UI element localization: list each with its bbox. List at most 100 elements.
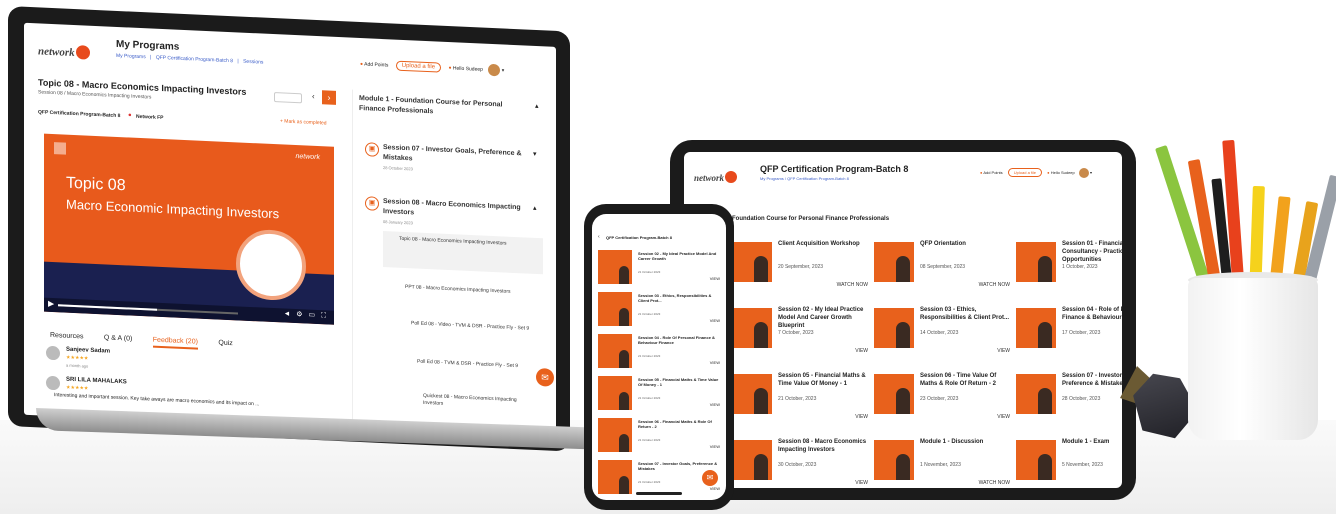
upload-button[interactable]: Upload a file <box>1007 168 1043 178</box>
chat-icon[interactable]: ✉ <box>536 367 554 387</box>
session-thumbnail[interactable] <box>1016 308 1056 348</box>
session-card[interactable]: Session 05 - Financial Maths & Time Valu… <box>732 370 868 426</box>
breadcrumb-item[interactable]: QFP Certification Program-Batch 8 <box>156 55 233 65</box>
card-action[interactable]: WATCH NOW <box>979 480 1010 486</box>
upload-button[interactable]: Upload a file <box>395 60 442 73</box>
row-title[interactable]: Session 03 - Ethics, Responsibilities & … <box>638 293 722 303</box>
add-points-button[interactable]: Add Points <box>364 62 388 69</box>
session-card[interactable]: Module 1 - Discussion 1 November, 2023 WAT… <box>874 436 1010 488</box>
session-thumbnail[interactable] <box>598 292 632 326</box>
list-item[interactable]: Session 02 - My Ideal Practice Model And… <box>598 248 722 288</box>
card-action[interactable]: VIEW <box>855 414 868 420</box>
card-title[interactable]: Session 07 - Investor Goals, Preference … <box>1062 372 1122 388</box>
row-title[interactable]: Session 06 - Financial Maths & Role Of R… <box>638 419 722 429</box>
list-item[interactable]: Session 04 - Role Of Personal Finance & … <box>598 332 722 372</box>
session-card[interactable]: QFP Orientation 08 September, 2023 WATCH N… <box>874 238 1010 294</box>
breadcrumb[interactable]: My Programs / QFP Certification Program-… <box>760 176 849 181</box>
card-title[interactable]: Session 02 - My Ideal Practice Model And… <box>778 306 868 330</box>
video-progress-bar[interactable] <box>58 304 238 315</box>
list-item[interactable]: Session 03 - Ethics, Responsibilities & … <box>598 290 722 330</box>
row-action[interactable]: VIEW <box>710 360 720 365</box>
session-thumbnail[interactable] <box>1016 374 1056 414</box>
session-thumbnail[interactable] <box>598 376 632 410</box>
session-thumbnail[interactable] <box>874 374 914 414</box>
session-card[interactable]: Session 08 - Macro Economics Impacting I… <box>732 436 868 488</box>
session-card[interactable]: Client Acquisition Workshop 20 September,… <box>732 238 868 294</box>
breadcrumb-item[interactable]: Sessions <box>243 59 263 66</box>
list-item[interactable]: Session 05 - Financial Maths & Time Valu… <box>598 374 722 414</box>
session-thumbnail[interactable] <box>1016 242 1056 282</box>
card-title[interactable]: Session 04 - Role of Personal Finance & … <box>1062 306 1122 322</box>
list-item[interactable]: Poll Ed 08 - TVM & DSR - Practice Fly - … <box>417 359 527 371</box>
card-action[interactable]: WATCH NOW <box>837 282 868 288</box>
card-action[interactable]: VIEW <box>855 348 868 354</box>
session-thumbnail[interactable] <box>598 250 632 284</box>
chevron-down-icon[interactable]: ▾ <box>533 150 537 158</box>
list-item[interactable]: PPT 08 - Macro Economics Impacting Inves… <box>405 284 525 296</box>
play-icon[interactable]: ▶ <box>48 299 54 308</box>
session-thumbnail[interactable] <box>874 308 914 348</box>
card-title[interactable]: Module 1 - Exam <box>1062 438 1122 446</box>
add-points-button[interactable]: Add Points <box>983 170 1002 175</box>
session-card[interactable]: Session 06 - Time Value Of Maths & Role … <box>874 370 1010 426</box>
session-thumbnail[interactable] <box>598 334 632 368</box>
session-thumbnail[interactable] <box>598 460 632 494</box>
tab-resources[interactable]: Resources <box>50 332 83 343</box>
session-thumbnail[interactable] <box>1016 440 1056 480</box>
session-thumbnail[interactable] <box>732 308 772 348</box>
card-action[interactable]: WATCH NOW <box>979 282 1010 288</box>
avatar[interactable] <box>488 63 501 77</box>
card-action[interactable]: VIEW <box>997 414 1010 420</box>
player-settings-icons[interactable]: ◄ ⚙ ▭ ⛶ <box>283 310 328 321</box>
session-card[interactable]: Session 01 - Financial Consultancy - Pra… <box>1016 238 1122 294</box>
breadcrumb-item[interactable]: My Programs <box>116 53 146 60</box>
session-thumbnail[interactable] <box>598 418 632 452</box>
session-thumbnail[interactable] <box>732 374 772 414</box>
card-action[interactable]: VIEW <box>855 480 868 486</box>
list-item[interactable]: Quickest 08 - Macro Economics Impacting … <box>423 393 533 412</box>
user-name[interactable]: Hello Sudeep <box>1051 170 1075 175</box>
session-thumbnail[interactable] <box>732 242 772 282</box>
avatar[interactable] <box>1078 168 1089 178</box>
list-item[interactable]: Session 06 - Financial Maths & Role Of R… <box>598 416 722 456</box>
row-action[interactable]: VIEW <box>710 486 720 491</box>
tab-quiz[interactable]: Quiz <box>218 340 232 350</box>
chevron-down-icon[interactable]: ▾ <box>502 68 505 74</box>
session-card[interactable]: Session 07 - Investor Goals, Preference … <box>1016 370 1122 426</box>
module-title[interactable]: Module 1 - Foundation Course for Persona… <box>359 94 529 122</box>
row-title[interactable]: Session 04 - Role Of Personal Finance & … <box>638 335 722 345</box>
row-action[interactable]: VIEW <box>710 402 720 407</box>
card-title[interactable]: QFP Orientation <box>920 240 1010 248</box>
session-thumbnail[interactable] <box>732 440 772 480</box>
card-title[interactable]: Module 1 - Discussion <box>920 438 1010 446</box>
card-title[interactable]: Session 08 - Macro Economics Impacting I… <box>778 438 868 454</box>
tab-feedback[interactable]: Feedback (20) <box>152 336 198 350</box>
tab-qa[interactable]: Q & A (0) <box>104 334 132 344</box>
chevron-up-icon[interactable]: ▴ <box>535 102 539 110</box>
card-title[interactable]: Session 05 - Financial Maths & Time Valu… <box>778 372 868 388</box>
session-thumbnail[interactable] <box>874 440 914 480</box>
video-player[interactable]: network Topic 08 Macro Economic Impactin… <box>44 133 334 325</box>
mark-complete-link[interactable]: + Mark as completed <box>280 118 327 126</box>
next-button[interactable]: › <box>322 90 336 105</box>
card-title[interactable]: Session 06 - Time Value Of Maths & Role … <box>920 372 1010 388</box>
row-action[interactable]: VIEW <box>710 444 720 449</box>
session-card[interactable]: Module 1 - Exam5 November, 2023VIEW <box>1016 436 1122 488</box>
list-item[interactable]: Poll Ed 08 - Video - TVM & DSR - Practic… <box>411 320 531 332</box>
session-card[interactable]: Session 03 - Ethics, Responsibilities & … <box>874 304 1010 360</box>
user-name[interactable]: Hello Sudeep <box>453 66 483 73</box>
card-title[interactable]: Session 03 - Ethics, Responsibilities & … <box>920 306 1010 322</box>
session-card[interactable]: Session 02 - My Ideal Practice Model And… <box>732 304 868 360</box>
session-card[interactable]: Session 04 - Role of Personal Finance & … <box>1016 304 1122 360</box>
back-icon[interactable]: ‹ <box>598 234 600 240</box>
chevron-up-icon[interactable]: ▴ <box>533 204 537 212</box>
card-action[interactable]: VIEW <box>997 348 1010 354</box>
card-title[interactable]: Session 01 - Financial Consultancy - Pra… <box>1062 240 1122 264</box>
row-title[interactable]: Session 05 - Financial Maths & Time Valu… <box>638 377 722 387</box>
row-action[interactable]: VIEW <box>710 318 720 323</box>
chat-icon[interactable]: ✉ <box>702 470 718 486</box>
row-action[interactable]: VIEW <box>710 276 720 281</box>
card-title[interactable]: Client Acquisition Workshop <box>778 240 868 248</box>
prev-icon[interactable]: ‹ <box>312 92 315 101</box>
brand-logo[interactable]: network <box>694 168 738 186</box>
